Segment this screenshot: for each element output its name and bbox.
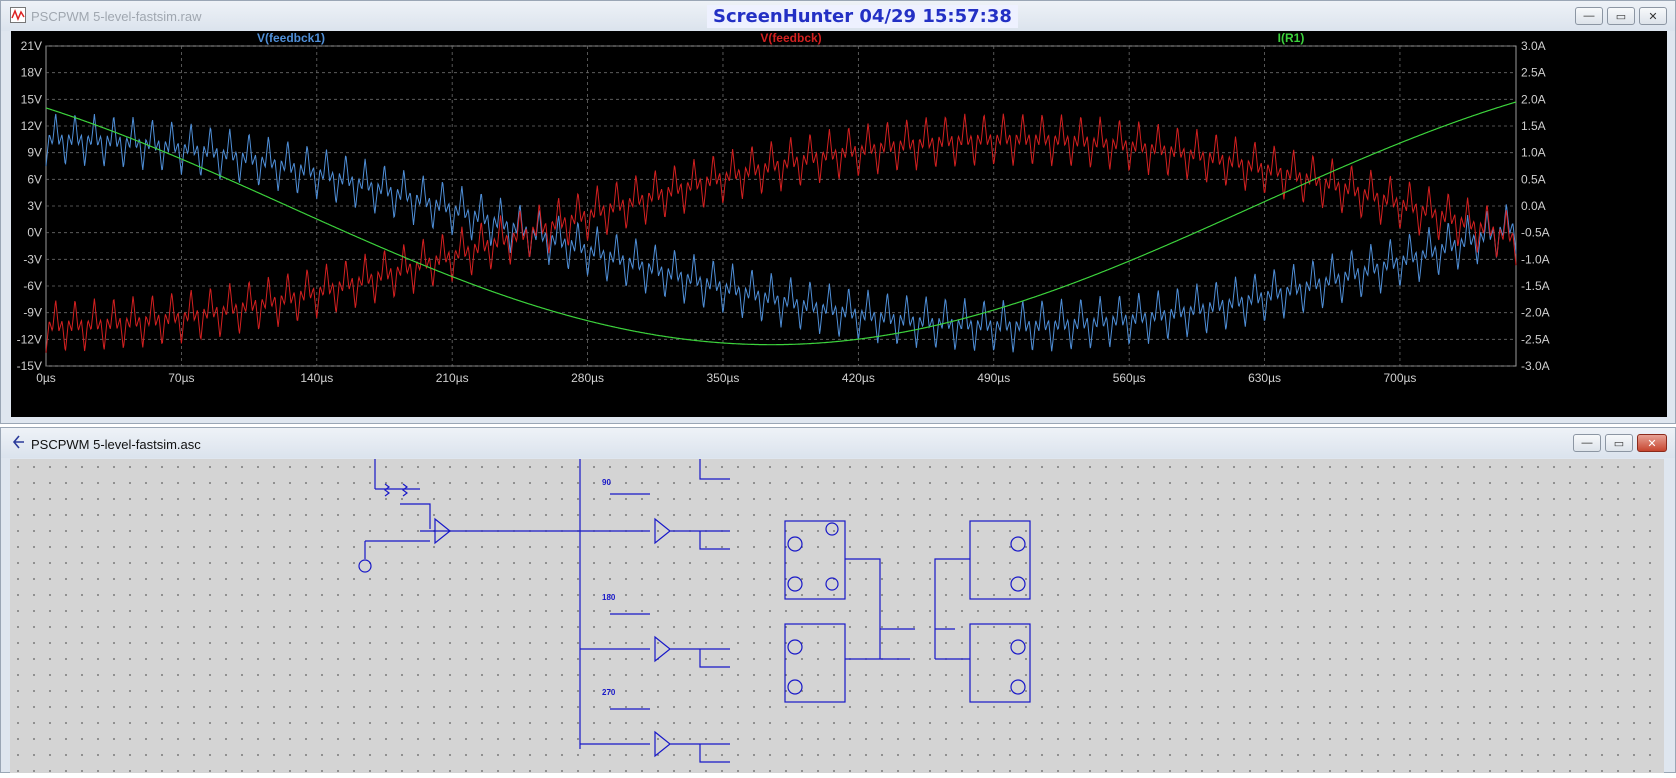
schematic-label-180: 180	[602, 593, 616, 602]
y-left-tick-label: -12V	[17, 332, 42, 346]
close-button[interactable]: ✕	[1639, 7, 1667, 25]
plot-window-controls: — ▭ ✕	[1575, 7, 1667, 25]
schematic-label-270: 270	[602, 688, 616, 697]
plot-titlebar[interactable]: PSCPWM 5-level-fastsim.raw ScreenHunter …	[1, 1, 1675, 31]
y-right-tick-label: -3.0A	[1521, 359, 1550, 373]
x-tick-label: 350µs	[707, 371, 740, 385]
legend-entry: V(feedbck1)	[257, 31, 325, 45]
schematic-drawing[interactable]: 90 180 270	[10, 459, 1664, 773]
y-right-tick-label: 2.5A	[1521, 66, 1546, 80]
y-right-tick-label: 1.5A	[1521, 119, 1546, 133]
y-left-tick-label: 6V	[27, 172, 42, 186]
screenhunter-stamp: ScreenHunter 04/29 15:57:38	[707, 5, 1018, 28]
maximize-button[interactable]: ▭	[1605, 434, 1633, 452]
y-left-tick-label: 12V	[21, 119, 42, 133]
plot-window: PSCPWM 5-level-fastsim.raw ScreenHunter …	[0, 0, 1676, 424]
x-tick-label: 70µs	[168, 371, 194, 385]
y-right-tick-label: -2.0A	[1521, 306, 1550, 320]
y-right-tick-label: 2.0A	[1521, 92, 1546, 106]
y-right-tick-label: -1.5A	[1521, 279, 1550, 293]
close-button[interactable]: ✕	[1637, 434, 1667, 452]
series-line	[45, 113, 1517, 353]
schematic-app-icon	[12, 435, 24, 449]
x-tick-label: 420µs	[842, 371, 875, 385]
legend-entry: I(R1)	[1278, 31, 1305, 45]
y-left-tick-label: 0V	[27, 226, 42, 240]
y-right-tick-label: 3.0A	[1521, 39, 1546, 53]
y-left-tick-label: -6V	[23, 279, 42, 293]
x-tick-label: 560µs	[1113, 371, 1146, 385]
minimize-button[interactable]: —	[1575, 7, 1603, 25]
x-tick-label: 140µs	[300, 371, 333, 385]
y-left-tick-label: 3V	[27, 199, 42, 213]
x-tick-label: 210µs	[436, 371, 469, 385]
waveform-chart[interactable]: 21V18V15V12V9V6V3V0V-3V-6V-9V-12V-15V3.0…	[11, 31, 1667, 417]
schematic-window-title: PSCPWM 5-level-fastsim.asc	[31, 437, 201, 452]
y-right-tick-label: -2.5A	[1521, 332, 1550, 346]
schematic-label-90: 90	[602, 478, 611, 487]
y-right-tick-label: 0.5A	[1521, 172, 1546, 186]
x-tick-label: 630µs	[1248, 371, 1281, 385]
waveform-plot[interactable]: 21V 18V 15V 12V 9V 6V 3V 0V -3V -6V -9V -12V -15V 3.0…	[11, 31, 1667, 417]
y-left-tick-label: 21V	[21, 39, 42, 53]
y-left-tick-label: 9V	[27, 146, 42, 160]
y-right-tick-label: -1.0A	[1521, 252, 1550, 266]
maximize-button[interactable]: ▭	[1607, 7, 1635, 25]
y-right-tick-label: 0.0A	[1521, 199, 1546, 213]
schematic-window-controls: — ▭ ✕	[1573, 434, 1667, 452]
x-tick-label: 280µs	[571, 371, 604, 385]
y-left-tick-label: -9V	[23, 306, 42, 320]
series-line	[45, 113, 1517, 353]
schematic-canvas[interactable]: 90 180 270	[10, 459, 1664, 773]
minimize-button[interactable]: —	[1573, 434, 1601, 452]
y-right-tick-label: 1.0A	[1521, 146, 1546, 160]
x-tick-label: 700µs	[1383, 371, 1416, 385]
series-line	[45, 101, 1517, 346]
y-left-tick-label: 18V	[21, 66, 42, 80]
waveform-app-icon	[10, 7, 26, 23]
plot-window-title: PSCPWM 5-level-fastsim.raw	[31, 9, 202, 24]
schematic-titlebar[interactable]: PSCPWM 5-level-fastsim.asc — ▭ ✕	[1, 428, 1675, 458]
y-left-tick-label: -3V	[23, 252, 42, 266]
legend-entry: V(feedbck)	[760, 31, 821, 45]
x-tick-label: 0µs	[36, 371, 56, 385]
y-right-tick-label: -0.5A	[1521, 226, 1550, 240]
x-tick-label: 490µs	[977, 371, 1010, 385]
y-left-tick-label: 15V	[21, 92, 42, 106]
